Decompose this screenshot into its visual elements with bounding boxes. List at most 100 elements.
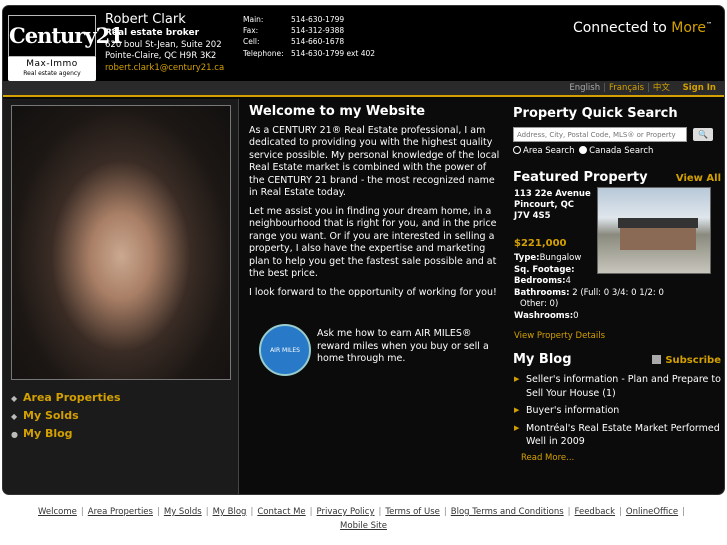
quick-search-title: Property Quick Search [513, 106, 678, 121]
detail-value: 2 (Full: 0 3/4: 0 1/2: 0 [572, 287, 664, 298]
logo-wordmark: Century21 [8, 15, 124, 57]
nav-my-blog[interactable]: ● My Blog [11, 425, 121, 443]
detail-label: Sq. Footage: [514, 264, 575, 275]
welcome-paragraph: As a CENTURY 21® Real Estate professiona… [249, 124, 500, 199]
phone-label: Cell: [243, 37, 260, 47]
detail-label: Type: [514, 253, 540, 263]
area-search-radio[interactable] [513, 146, 521, 154]
air-miles-text: Ask me how to earn AIR MILES® reward mil… [317, 328, 489, 364]
left-nav: ◆ Area Properties ◆ My Solds ● My Blog [11, 389, 121, 443]
blog-post-link[interactable]: Seller's information - Plan and Prepare … [513, 373, 721, 400]
century21-logo[interactable]: Century21 Max-Immo Real estate agency [8, 15, 124, 81]
radio-label: Area Search [523, 146, 575, 156]
agent-info: Robert Clark Real estate broker 620 boul… [105, 12, 224, 74]
address-line: 113 22e Avenue [514, 189, 591, 199]
featured-header: Featured Property View All [513, 170, 721, 185]
footer-link[interactable]: Privacy Policy [317, 507, 375, 517]
phone-row: Cell: 514-660-1678 [243, 36, 375, 47]
phone-value: 514-630-1799 ext 402 [291, 48, 376, 58]
detail-value: Bungalow [539, 253, 582, 263]
language-bar: English | Français | 中文 Sign In [3, 81, 724, 97]
address-line-1: 620 boul St-Jean, Suite 202 [105, 39, 222, 50]
lang-english[interactable]: English [569, 83, 600, 93]
search-bar: 🔍 [513, 127, 721, 142]
nav-area-properties[interactable]: ◆ Area Properties [11, 389, 121, 407]
subscribe-label: Subscribe [665, 355, 721, 366]
nav-label: Area Properties [23, 391, 121, 404]
footer-link[interactable]: Mobile Site [340, 521, 387, 531]
footer-link[interactable]: My Solds [164, 507, 202, 517]
subscribe-link[interactable]: Subscribe [652, 355, 721, 366]
agent-name: Robert Clark [105, 12, 186, 27]
detail-value: Other: 0) [520, 299, 559, 309]
featured-property: 113 22e Avenue Pincourt, QC J7V 4S5 $221… [513, 187, 724, 344]
phone-label: Main: [243, 15, 264, 24]
right-column: Property Quick Search 🔍 Area Search Cana… [513, 106, 721, 463]
lang-french[interactable]: Français [609, 83, 644, 93]
tagline-text: Connected to [572, 20, 672, 36]
footer: Welcome | Area Properties | My Solds | My Blog… [37, 507, 686, 531]
phone-label: Fax: [243, 26, 259, 36]
footer-link[interactable]: Area Properties [88, 507, 153, 517]
footer-link[interactable]: Welcome [38, 507, 77, 517]
welcome-paragraph: I look forward to the opportunity of wor… [249, 286, 497, 298]
detail-value: 4 [565, 276, 571, 286]
detail-value: 0 [573, 310, 579, 321]
blog-title: My Blog [513, 352, 572, 367]
address-line: Pincourt, QC [514, 200, 575, 210]
address-line: J7V 4S5 [514, 211, 551, 221]
read-more-link[interactable]: Read More... [521, 453, 721, 463]
welcome-title: Welcome to my Website [249, 104, 426, 119]
agent-email-link[interactable]: robert.clark1@century21.ca [105, 63, 224, 75]
sign-in-link[interactable]: Sign In [683, 83, 716, 93]
phone-row: Telephone: 514-630-1799 ext 402 [243, 48, 375, 59]
footer-link[interactable]: Feedback [575, 507, 615, 517]
logo-office: Max-Immo [26, 59, 78, 69]
phone-row: Fax: 514-312-9388 [243, 25, 375, 36]
speech-bubble-icon: ● [11, 430, 18, 439]
welcome-section: Welcome to my Website As a CENTURY 21® R… [249, 104, 503, 305]
radio-label: Canada Search [589, 146, 654, 156]
search-input[interactable] [513, 127, 687, 142]
detail-label: Washrooms: [514, 310, 574, 321]
tagline-more: More [671, 20, 706, 36]
property-address[interactable]: 113 22e Avenue Pincourt, QC J7V 4S5 [514, 189, 594, 222]
footer-link[interactable]: OnlineOffice [626, 507, 678, 517]
blog-header: My Blog Subscribe [513, 352, 721, 367]
search-button[interactable]: 🔍 [693, 128, 713, 141]
phone-row: Main: 514-630-1799 [243, 14, 375, 25]
phone-label: Telephone: [243, 48, 284, 58]
sold-icon: ◆ [11, 412, 18, 421]
detail-label: Bedrooms: [514, 276, 566, 286]
nav-label: My Solds [23, 409, 79, 422]
lang-chinese[interactable]: 中文 [653, 83, 670, 93]
footer-link[interactable]: Contact Me [257, 507, 305, 517]
rss-icon [652, 355, 662, 364]
tagline: Connected to More™ [573, 20, 712, 36]
blog-post-link[interactable]: Buyer's information [513, 404, 721, 418]
nav-my-solds[interactable]: ◆ My Solds [11, 407, 121, 425]
phone-value: 514-312-9388 [291, 26, 345, 36]
blog-posts: Seller's information - Plan and Prepare … [513, 373, 721, 449]
agent-photo [11, 105, 231, 380]
phone-list: Main: 514-630-1799 Fax: 514-312-9388 Cell:… [243, 14, 375, 59]
welcome-paragraph: Let me assist you in finding your dream … [249, 205, 497, 280]
detail-label: Bathrooms: [514, 287, 570, 298]
air-miles-logo: AIR MILES [259, 324, 311, 376]
view-property-details-link[interactable]: View Property Details [514, 331, 605, 341]
featured-title: Featured Property [513, 170, 648, 185]
view-all-link[interactable]: View All [676, 173, 721, 184]
canada-search-radio[interactable] [579, 146, 588, 154]
page-frame: Century21 Max-Immo Real estate agency Ro… [2, 5, 725, 495]
search-type: Area Search Canada Search [513, 146, 721, 156]
footer-link[interactable]: Terms of Use [385, 507, 440, 517]
nav-label: My Blog [23, 427, 73, 440]
property-price: $221,000 [514, 238, 567, 249]
property-details: Type:Bungalow Sq. Footage: Bedrooms:4 Ba… [514, 253, 724, 322]
left-column: ◆ Area Properties ◆ My Solds ● My Blog [3, 99, 239, 494]
blog-post-link[interactable]: Montréal's Real Estate Market Performed … [513, 422, 721, 449]
footer-link[interactable]: My Blog [213, 507, 247, 517]
footer-link[interactable]: Blog Terms and Conditions [451, 507, 564, 517]
phone-value: 514-630-1799 [291, 15, 345, 24]
logo-subtitle: Real estate agency [23, 70, 81, 77]
